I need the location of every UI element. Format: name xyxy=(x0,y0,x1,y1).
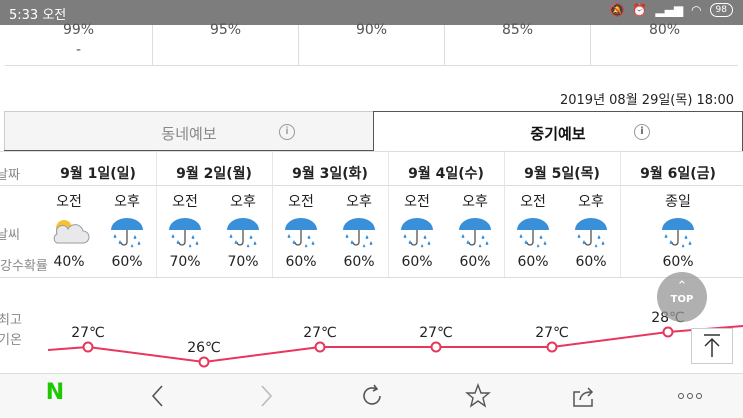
rain-umbrella-icon xyxy=(388,215,446,249)
prev-cell: 99% - xyxy=(62,22,95,58)
precip-prob: 60% xyxy=(401,254,433,270)
info-icon[interactable]: i xyxy=(634,124,650,140)
time-slot-label: 오전 xyxy=(288,194,314,210)
temp-point xyxy=(82,341,94,353)
precip-prob: 60% xyxy=(111,254,143,270)
precip-prob: 60% xyxy=(662,254,694,270)
back-button[interactable] xyxy=(143,381,173,411)
top-button[interactable]: ⌃ TOP xyxy=(657,272,707,322)
chevron-up-icon: ⌃ xyxy=(676,279,688,294)
rain-umbrella-icon xyxy=(98,215,156,249)
temp-point xyxy=(430,341,442,353)
divider xyxy=(0,151,743,152)
time-slot-label: 오전 xyxy=(56,194,82,210)
rain-umbrella-icon xyxy=(446,215,504,249)
temp-point xyxy=(662,326,674,338)
refresh-icon xyxy=(363,384,381,405)
row-label-date: 날짜 xyxy=(0,168,20,183)
precip-prob: 60% xyxy=(575,254,607,270)
battery-icon: 98 xyxy=(709,3,733,17)
row-label-weather: 날씨 xyxy=(0,228,20,243)
temp-data-label: 27℃ xyxy=(535,325,569,341)
temp-data-label: 27℃ xyxy=(303,325,337,341)
precip-prob: 60% xyxy=(285,254,317,270)
temp-point xyxy=(198,356,210,368)
naver-home-button[interactable]: N xyxy=(40,380,70,410)
share-icon xyxy=(573,387,594,407)
time-slot-label: 오후 xyxy=(230,194,256,210)
forward-button[interactable] xyxy=(251,381,281,411)
tab-midterm-forecast[interactable]: 중기예보 i xyxy=(373,111,743,151)
temp-series-line xyxy=(47,325,743,364)
temp-data-label: 27℃ xyxy=(71,325,105,341)
more-button[interactable] xyxy=(675,381,705,411)
rain-umbrella-icon xyxy=(504,215,562,249)
rain-umbrella-icon xyxy=(272,215,330,249)
precip-prob: 60% xyxy=(517,254,549,270)
chevron-left-icon xyxy=(151,385,163,407)
time-slot-label: 오후 xyxy=(462,194,488,210)
day-header: 9월 1일(일) xyxy=(60,166,136,182)
wifi-icon: ◠ xyxy=(691,3,702,17)
precip-prob: 40% xyxy=(53,254,85,270)
day-header: 9월 4일(수) xyxy=(408,166,484,182)
time-slot-label: 오후 xyxy=(578,194,604,210)
previous-forecast-row: 99% - 95% 90% 85% 80% xyxy=(5,22,738,66)
forecast-tabs: 동네예보 i 중기예보 i xyxy=(4,111,743,151)
bookmark-button[interactable] xyxy=(463,381,493,411)
rain-umbrella-icon xyxy=(649,215,707,249)
temp-point xyxy=(314,341,326,353)
divider xyxy=(0,185,743,186)
time-slot-label: 오전 xyxy=(172,194,198,210)
time-slot-label: 종일 xyxy=(665,194,691,210)
star-icon xyxy=(465,383,491,408)
refresh-button[interactable] xyxy=(357,381,387,411)
arrow-up-icon xyxy=(704,334,720,357)
day-header: 9월 5일(목) xyxy=(524,166,600,182)
day-header: 9월 3일(화) xyxy=(292,166,368,182)
time-slot-label: 오후 xyxy=(114,194,140,210)
temp-point xyxy=(546,341,558,353)
max-temp-chart: 27℃26℃27℃27℃27℃28℃ xyxy=(47,310,743,368)
status-icons: 🔕 ⏰ ▂▄▆ ◠ 98 xyxy=(609,3,733,17)
share-button[interactable] xyxy=(569,381,599,411)
bottom-navigation: N xyxy=(0,373,743,418)
rain-umbrella-icon xyxy=(330,215,388,249)
status-time: 5:33 오전 xyxy=(9,8,67,23)
precip-prob: 60% xyxy=(459,254,491,270)
issued-time: 2019년 08월 29일(목) 18:00 xyxy=(559,93,734,108)
scroll-top-button[interactable] xyxy=(691,328,733,364)
alarm-icon: ⏰ xyxy=(632,3,648,17)
rain-umbrella-icon xyxy=(156,215,214,249)
time-slot-label: 오후 xyxy=(346,194,372,210)
rain-umbrella-icon xyxy=(562,215,620,249)
divider xyxy=(0,277,743,278)
mute-icon: 🔕 xyxy=(609,3,625,17)
more-icon xyxy=(678,393,702,399)
precip-prob: 70% xyxy=(227,254,259,270)
tab-neighborhood-forecast[interactable]: 동네예보 i xyxy=(4,111,373,151)
chevron-right-icon xyxy=(261,385,273,407)
day-header: 9월 6일(금) xyxy=(640,166,716,182)
precip-prob: 60% xyxy=(343,254,375,270)
info-icon[interactable]: i xyxy=(279,124,295,140)
precip-prob: 70% xyxy=(169,254,201,270)
time-slot-label: 오전 xyxy=(520,194,546,210)
time-slot-label: 오전 xyxy=(404,194,430,210)
day-header: 9월 2일(월) xyxy=(176,166,252,182)
prev-cell: 95% xyxy=(152,22,298,66)
prev-cell: 90% xyxy=(298,22,444,66)
temp-data-label: 26℃ xyxy=(187,340,221,356)
temp-data-label: 27℃ xyxy=(419,325,453,341)
prev-cell: 80% xyxy=(590,22,738,66)
prev-cell: 85% xyxy=(444,22,590,66)
rain-umbrella-icon xyxy=(214,215,272,249)
app-root: 5:33 오전 🔕 ⏰ ▂▄▆ ◠ 98 99% - 95% 90% 85% 8… xyxy=(0,0,743,418)
signal-icon: ▂▄▆ xyxy=(655,3,684,17)
partly-cloudy-icon xyxy=(40,215,98,249)
